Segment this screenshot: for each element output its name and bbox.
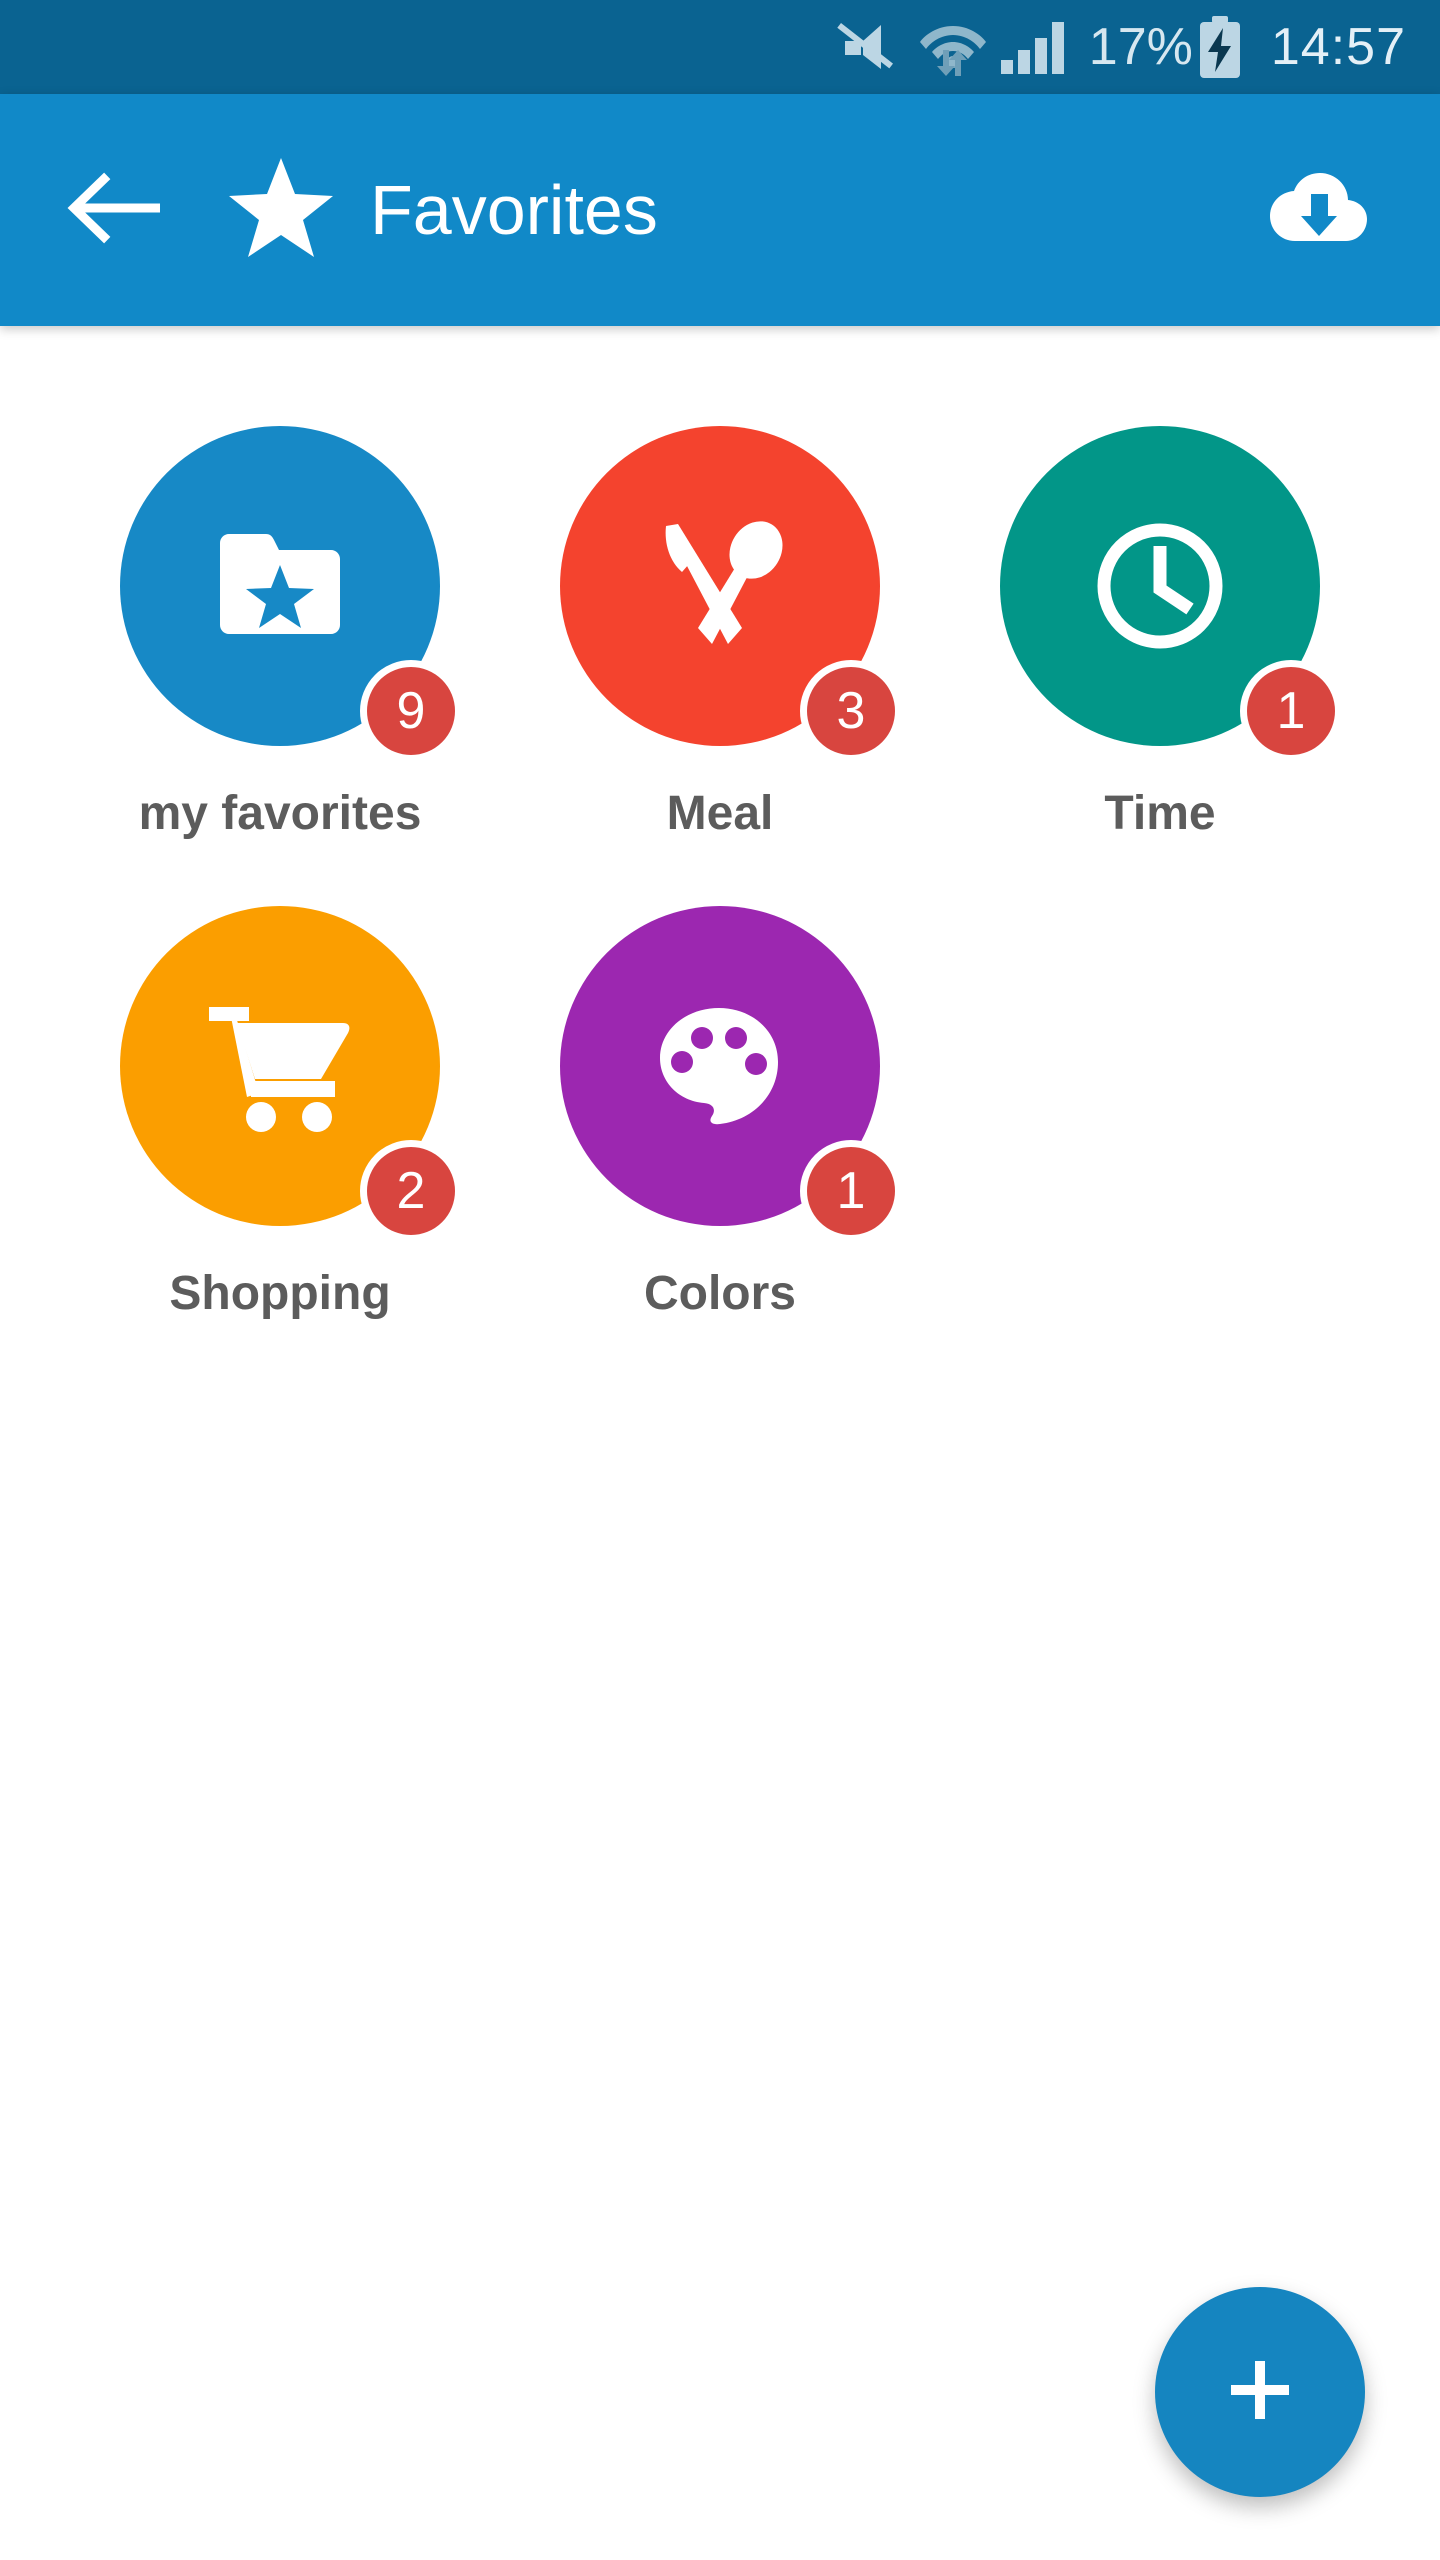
content-area: 9 my favorites 3 Meal 1 Time 2 Shopping … <box>0 326 1440 2560</box>
bubble-wrapper: 2 <box>120 906 462 1242</box>
cutlery-icon <box>652 518 788 654</box>
grid-item-time[interactable]: 1 Time <box>940 426 1380 906</box>
grid-item-label: Shopping <box>169 1267 391 1320</box>
grid-item-colors[interactable]: 1 Colors <box>500 906 940 1386</box>
favorites-grid: 9 my favorites 3 Meal 1 Time 2 Shopping … <box>60 426 1380 1386</box>
star-icon <box>227 156 335 265</box>
battery-charging-icon <box>1197 16 1243 78</box>
grid-item-meal[interactable]: 3 Meal <box>500 426 940 906</box>
shopping-cart-icon <box>207 999 353 1133</box>
arrow-back-icon <box>66 171 166 250</box>
grid-item-label: Meal <box>666 787 774 840</box>
clock-time-label: 14:57 <box>1270 18 1406 76</box>
bubble-wrapper: 1 <box>1000 426 1342 762</box>
page-title: Favorites <box>370 171 658 249</box>
plus-icon <box>1229 2359 1291 2426</box>
grid-item-label: Colors <box>643 1267 796 1320</box>
back-button[interactable] <box>60 154 172 266</box>
badge-count: 2 <box>360 1140 462 1242</box>
palette-icon <box>658 1006 782 1126</box>
badge-count: 1 <box>800 1140 902 1242</box>
cloud-download-icon <box>1266 168 1370 253</box>
badge-count: 9 <box>360 660 462 762</box>
clock-icon <box>1093 519 1227 653</box>
badge-count: 3 <box>800 660 902 762</box>
grid-item-shopping[interactable]: 2 Shopping <box>60 906 500 1386</box>
folder-star-icon <box>216 531 344 641</box>
grid-item-label: Time <box>1104 787 1216 840</box>
grid-item-my-favorites[interactable]: 9 my favorites <box>60 426 500 906</box>
bubble-wrapper: 3 <box>560 426 902 762</box>
status-bar-icons: 17% 14:57 <box>837 16 1406 78</box>
status-bar: 17% 14:57 <box>0 0 1440 94</box>
cloud-download-button[interactable] <box>1262 154 1374 266</box>
app-bar: Favorites <box>0 94 1440 326</box>
cellular-signal-icon <box>999 18 1071 76</box>
add-favorite-fab[interactable] <box>1155 2287 1365 2497</box>
bubble-wrapper: 1 <box>560 906 902 1242</box>
wifi-transfer-icon <box>915 16 991 78</box>
mute-icon <box>837 19 911 75</box>
badge-count: 1 <box>1240 660 1342 762</box>
bubble-wrapper: 9 <box>120 426 462 762</box>
grid-item-label: my favorites <box>138 787 422 840</box>
battery-percent-label: 17% <box>1088 18 1193 76</box>
favorites-star-logo <box>226 155 336 265</box>
